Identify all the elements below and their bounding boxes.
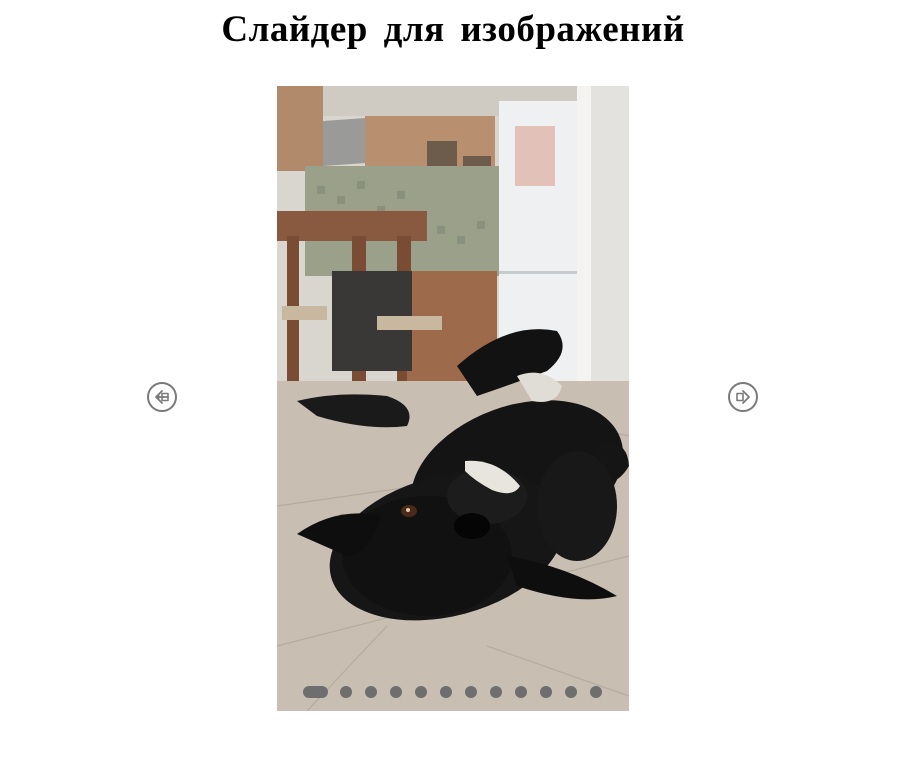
slider-dot[interactable] (565, 686, 577, 698)
slider-dot[interactable] (365, 686, 377, 698)
slider-dot[interactable] (515, 686, 527, 698)
slider-pagination (303, 686, 615, 698)
slider-dot[interactable] (390, 686, 402, 698)
slider-dot[interactable] (440, 686, 452, 698)
slider-dot[interactable] (490, 686, 502, 698)
slider-dot[interactable] (303, 686, 328, 698)
slider-dot[interactable] (540, 686, 552, 698)
slider-dot[interactable] (590, 686, 602, 698)
dog-photo (277, 86, 629, 711)
slider-dot[interactable] (415, 686, 427, 698)
slide-image (277, 86, 629, 711)
slider-dot[interactable] (340, 686, 352, 698)
prev-slide-button[interactable] (147, 382, 177, 412)
page-title: Слайдер для изображений (221, 9, 685, 50)
arrow-left-icon (155, 390, 169, 404)
slider-dot[interactable] (465, 686, 477, 698)
next-slide-button[interactable] (728, 382, 758, 412)
arrow-right-icon (736, 390, 750, 404)
